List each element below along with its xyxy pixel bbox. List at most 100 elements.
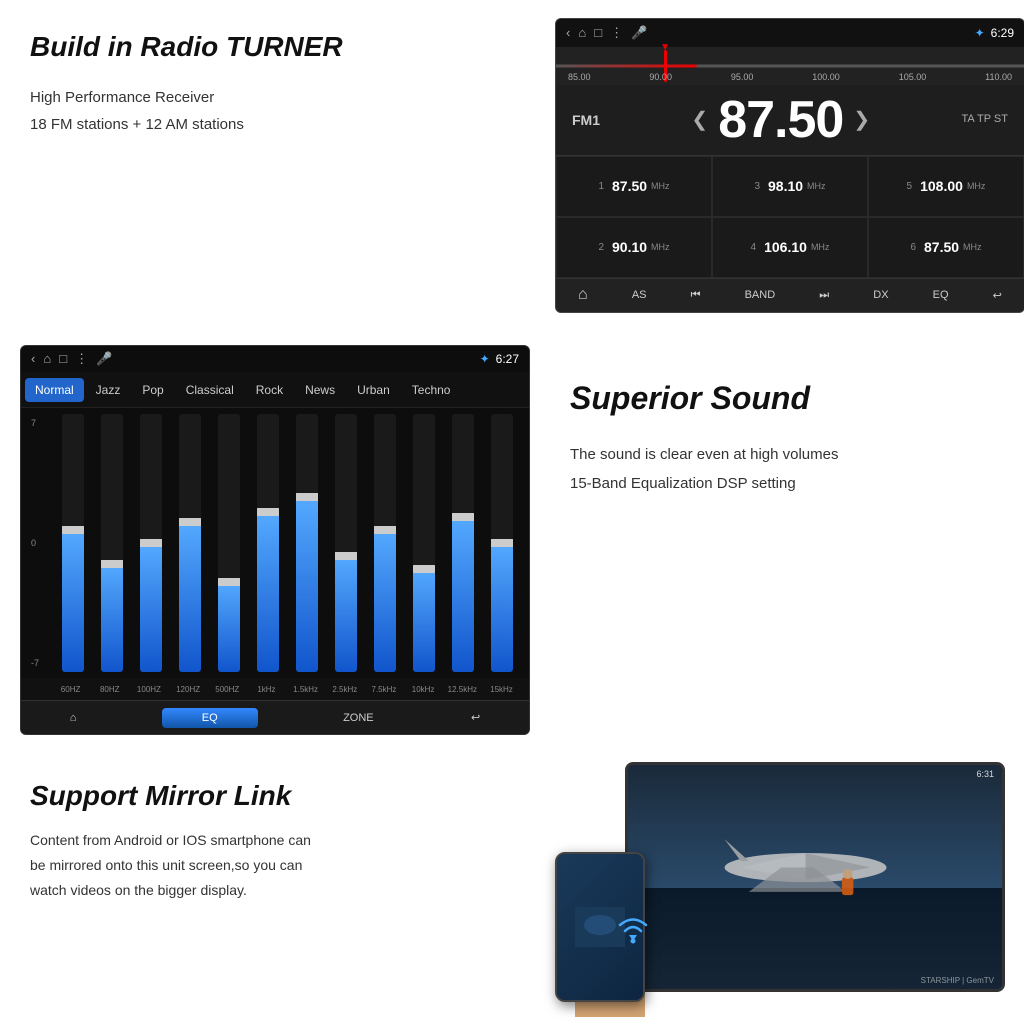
eq-band-15khz <box>289 414 324 672</box>
eq-home-button[interactable]: ⌂ <box>58 708 89 728</box>
eq-preset-normal[interactable]: Normal <box>25 378 84 402</box>
eq-band-120hz <box>172 414 207 672</box>
mirror-desc-line1: Content from Android or IOS smartphone c… <box>30 832 311 848</box>
airplane-scene-svg <box>684 810 927 933</box>
eq-preset-classical[interactable]: Classical <box>176 378 244 402</box>
eq-preset-rock[interactable]: Rock <box>246 378 293 402</box>
radio-feature1: High Performance Receiver <box>30 89 214 106</box>
eq-band-25khz-handle[interactable] <box>335 552 357 560</box>
radio-screen: ‹ ⌂ □ ⋮ 🎤 ✦ 6:29 85.00 90.00 95.00 <box>555 18 1024 313</box>
eq-band-75khz-handle[interactable] <box>374 526 396 534</box>
fm-label: FM1 <box>572 112 600 128</box>
eq-toolbar: ⌂ EQ ZONE ↩ <box>21 700 529 734</box>
eq-eq-button[interactable]: EQ <box>162 708 258 728</box>
eq-band-75khz-bar[interactable] <box>374 414 396 672</box>
eq-preset-news[interactable]: News <box>295 378 345 402</box>
radio-dx-button[interactable]: DX <box>865 285 896 305</box>
eq-band-1khz-bar[interactable] <box>257 414 279 672</box>
radio-ta-tp-st: TA TP ST <box>962 111 1008 129</box>
mirror-ui-section: 6:31 STARSHIP | GemTV <box>540 750 1024 1024</box>
eq-band-60hz-handle[interactable] <box>62 526 84 534</box>
eq-band-120hz-fill <box>179 522 201 672</box>
eq-band-15khz-bar[interactable] <box>296 414 318 672</box>
radio-as-button[interactable]: AS <box>624 285 655 305</box>
freq-prev-icon[interactable]: ❮ <box>691 107 708 132</box>
radio-prev-button[interactable]: ⏮ <box>683 285 709 306</box>
eq-zone-button[interactable]: ZONE <box>331 708 386 728</box>
eq-band-500hz-fill <box>218 582 240 672</box>
radio-statusbar-left: ‹ ⌂ □ ⋮ 🎤 <box>566 25 647 41</box>
eq-band-1khz-fill <box>257 512 279 672</box>
eq-ui-section: ‹ ⌂ □ ⋮ 🎤 ✦ 6:27 Normal Jazz Pop Classic… <box>0 330 540 750</box>
eq-band-25khz-fill <box>335 556 357 672</box>
eq-band-125khz-handle[interactable] <box>452 513 474 521</box>
eq-band-120hz-handle[interactable] <box>179 518 201 526</box>
radio-statusbar: ‹ ⌂ □ ⋮ 🎤 ✦ 6:29 <box>556 19 1024 47</box>
radio-back-button[interactable]: ↩ <box>985 285 1010 306</box>
eq-presets-row: Normal Jazz Pop Classical Rock News Urba… <box>21 372 529 408</box>
radio-statusbar-right: ✦ 6:29 <box>975 26 1014 40</box>
eq-preset-jazz[interactable]: Jazz <box>86 378 131 402</box>
eq-freq-120hz-label: 120HZ <box>171 678 206 700</box>
radio-band-button[interactable]: BAND <box>737 285 784 305</box>
eq-band-100hz-handle[interactable] <box>140 539 162 547</box>
eq-home-icon: ⌂ <box>43 351 51 367</box>
eq-band-100hz <box>133 414 168 672</box>
eq-menu-icon: ⋮ <box>75 351 88 367</box>
eq-preset-techno[interactable]: Techno <box>402 378 461 402</box>
eq-band-15k-fill <box>491 543 513 672</box>
eq-band-500hz-handle[interactable] <box>218 578 240 586</box>
preset-3[interactable]: 3 98.10 MHz <box>712 156 868 217</box>
eq-band-80hz-fill <box>101 564 123 672</box>
eq-band-125khz-bar[interactable] <box>452 414 474 672</box>
eq-band-10khz-handle[interactable] <box>413 565 435 573</box>
eq-window-icon: □ <box>59 351 67 367</box>
eq-band-120hz-bar[interactable] <box>179 414 201 672</box>
eq-band-125khz-fill <box>452 517 474 672</box>
eq-band-1khz-handle[interactable] <box>257 508 279 516</box>
eq-screen: ‹ ⌂ □ ⋮ 🎤 ✦ 6:27 Normal Jazz Pop Classic… <box>20 345 530 735</box>
tuner-label-105: 105.00 <box>899 72 927 82</box>
eq-band-100hz-bar[interactable] <box>140 414 162 672</box>
mirror-desc-line3: watch videos on the bigger display. <box>30 882 247 898</box>
preset-1[interactable]: 1 87.50 MHz <box>556 156 712 217</box>
eq-band-80hz-handle[interactable] <box>101 560 123 568</box>
preset-2[interactable]: 2 90.10 MHz <box>556 217 712 278</box>
eq-freq-60hz-label: 60HZ <box>53 678 88 700</box>
eq-band-15k-bar[interactable] <box>491 414 513 672</box>
eq-freq-125khz-label: 12.5kHz <box>445 678 480 700</box>
wifi-signal-svg <box>615 915 651 945</box>
preset-5[interactable]: 5 108.00 MHz <box>868 156 1024 217</box>
freq-next-icon[interactable]: ❯ <box>853 107 870 132</box>
radio-home-button[interactable]: ⌂ <box>570 282 596 308</box>
tuner-label-110: 110.00 <box>985 72 1012 82</box>
eq-band-10khz-bar[interactable] <box>413 414 435 672</box>
radio-toolbar: ⌂ AS ⏮ BAND ⏭ DX EQ ↩ <box>556 278 1024 312</box>
sound-feature1: The sound is clear even at high volumes <box>570 446 838 463</box>
eq-back-button[interactable]: ↩ <box>459 707 492 728</box>
eq-preset-pop[interactable]: Pop <box>132 378 173 402</box>
eq-db-7: 7 <box>31 418 47 428</box>
radio-feature2: 18 FM stations + 12 AM stations <box>30 116 244 133</box>
radio-text-section: Build in Radio TURNER High Performance R… <box>0 0 540 330</box>
eq-band-60hz-bar[interactable] <box>62 414 84 672</box>
eq-preset-urban[interactable]: Urban <box>347 378 400 402</box>
eq-band-500hz-bar[interactable] <box>218 414 240 672</box>
eq-band-80hz-bar[interactable] <box>101 414 123 672</box>
tuner-track <box>556 64 1024 67</box>
window-icon: □ <box>594 25 602 40</box>
eq-band-15khz-handle[interactable] <box>296 493 318 501</box>
wifi-icon <box>615 915 651 952</box>
radio-next-button[interactable]: ⏭ <box>811 285 837 306</box>
preset-4[interactable]: 4 106.10 MHz <box>712 217 868 278</box>
sound-title: Superior Sound <box>570 380 1020 417</box>
eq-statusbar: ‹ ⌂ □ ⋮ 🎤 ✦ 6:27 <box>21 346 529 372</box>
eq-band-25khz-bar[interactable] <box>335 414 357 672</box>
back-icon: ‹ <box>566 25 570 40</box>
eq-band-15k-handle[interactable] <box>491 539 513 547</box>
tuner-label-95: 95.00 <box>731 72 754 82</box>
eq-band-100hz-fill <box>140 543 162 672</box>
preset-6[interactable]: 6 87.50 MHz <box>868 217 1024 278</box>
radio-eq-button[interactable]: EQ <box>925 285 957 305</box>
sound-text-section: Superior Sound The sound is clear even a… <box>540 330 1024 750</box>
